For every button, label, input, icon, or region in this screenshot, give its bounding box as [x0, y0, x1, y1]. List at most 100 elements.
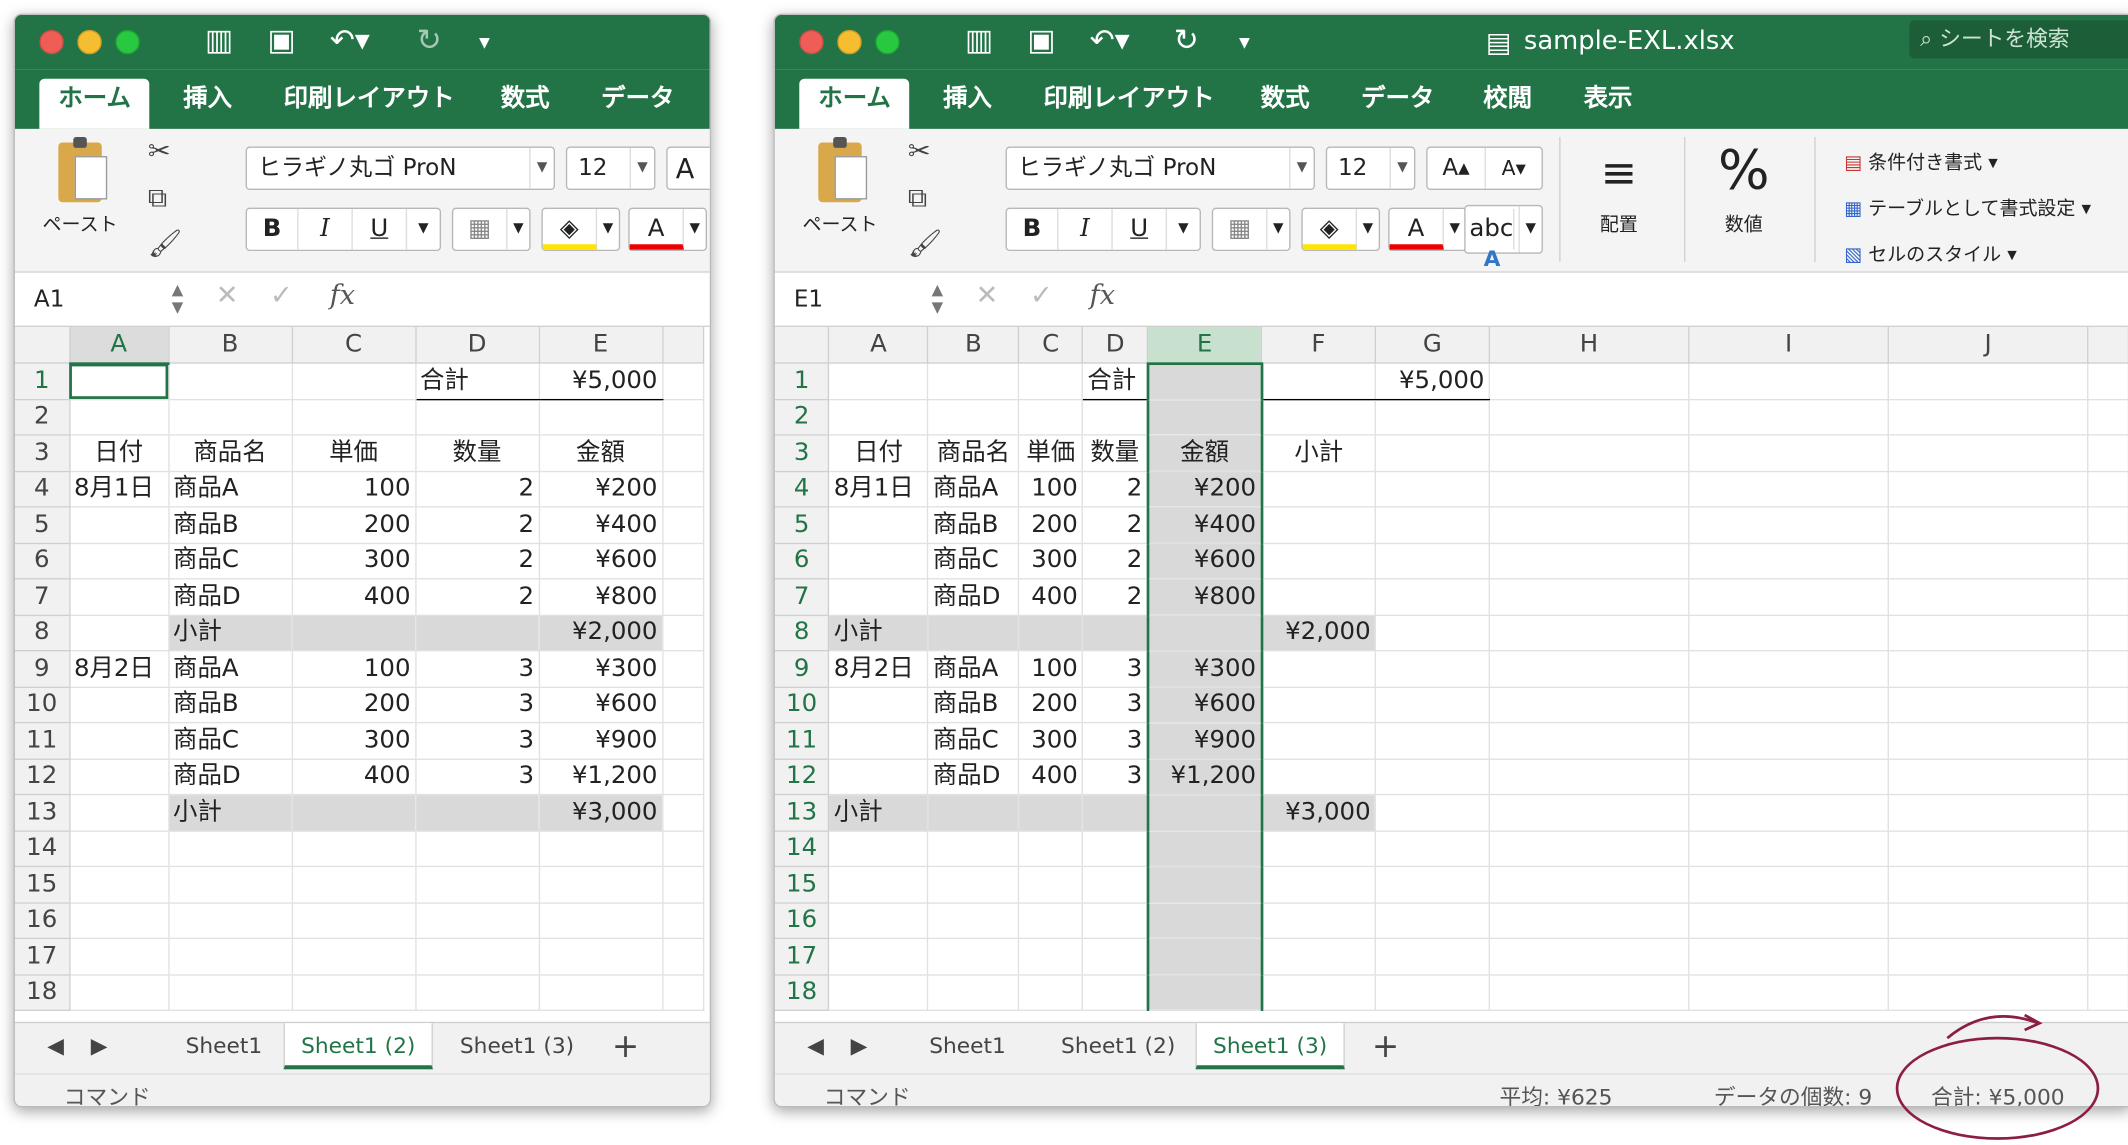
- cell[interactable]: [538, 974, 663, 1011]
- cell[interactable]: 日付: [829, 434, 929, 472]
- alignment-button[interactable]: ≡ 配置: [1578, 142, 1659, 237]
- cell[interactable]: [69, 758, 169, 796]
- row-header[interactable]: 17: [14, 938, 70, 975]
- cell[interactable]: [1375, 506, 1490, 544]
- cell[interactable]: [1888, 578, 2089, 616]
- cell[interactable]: [1375, 578, 1490, 616]
- cell[interactable]: [415, 938, 540, 975]
- redo-icon[interactable]: ↻: [417, 23, 442, 61]
- row-header[interactable]: 4: [774, 470, 830, 508]
- cell[interactable]: [1688, 434, 1890, 472]
- cell[interactable]: [1688, 758, 1890, 796]
- cell[interactable]: [1888, 542, 2089, 580]
- cell[interactable]: [927, 614, 1020, 652]
- cell[interactable]: [291, 902, 416, 940]
- cell[interactable]: [1489, 758, 1690, 796]
- row-header[interactable]: 11: [774, 722, 830, 760]
- cell[interactable]: [927, 398, 1020, 436]
- copy-icon[interactable]: ⧉: [148, 180, 167, 213]
- cell[interactable]: [1261, 542, 1377, 580]
- column-header[interactable]: I: [1688, 327, 1890, 364]
- cell[interactable]: [2087, 974, 2128, 1011]
- add-sheet-icon[interactable]: +: [598, 1023, 652, 1069]
- cell[interactable]: [662, 974, 704, 1011]
- add-sheet-icon[interactable]: +: [1358, 1023, 1412, 1069]
- cell[interactable]: [1688, 542, 1890, 580]
- cell[interactable]: [291, 830, 416, 868]
- cell[interactable]: [2087, 830, 2128, 868]
- cell[interactable]: ¥1,200: [538, 758, 663, 796]
- cell[interactable]: ¥2,000: [538, 614, 663, 652]
- italic-button[interactable]: I: [299, 208, 353, 250]
- cell[interactable]: 商品D: [927, 578, 1020, 616]
- cell[interactable]: [1489, 470, 1690, 508]
- cell[interactable]: [927, 866, 1020, 904]
- cell[interactable]: [1375, 434, 1490, 472]
- cell[interactable]: [168, 938, 293, 975]
- cell[interactable]: [927, 974, 1020, 1011]
- cell[interactable]: [1688, 938, 1890, 975]
- paste-button[interactable]: ペースト: [39, 137, 120, 237]
- row-header[interactable]: 3: [14, 434, 70, 472]
- cell[interactable]: ¥2,000: [1261, 614, 1377, 652]
- row-header[interactable]: 13: [774, 794, 830, 832]
- cell[interactable]: [927, 902, 1020, 940]
- cell[interactable]: [1489, 902, 1690, 940]
- cell[interactable]: [1082, 974, 1149, 1011]
- insert-function-button[interactable]: fx: [330, 278, 355, 311]
- cell[interactable]: [662, 614, 704, 652]
- customize-toolbar-icon[interactable]: ▾: [1239, 23, 1250, 61]
- cell[interactable]: ¥800: [538, 578, 663, 616]
- cell[interactable]: [1688, 902, 1890, 940]
- cell[interactable]: [1888, 362, 2089, 400]
- cell[interactable]: [1375, 722, 1490, 760]
- underline-button[interactable]: U: [353, 208, 408, 250]
- font-name-select[interactable]: ヒラギノ丸ゴ ProN ▼: [245, 146, 556, 190]
- cell[interactable]: [1146, 902, 1263, 940]
- confirm-icon[interactable]: ✓: [1030, 278, 1053, 311]
- column-header[interactable]: A: [69, 327, 169, 365]
- cell[interactable]: 合計: [1082, 362, 1149, 400]
- row-header[interactable]: 11: [14, 722, 70, 760]
- minimize-window-button[interactable]: [77, 29, 102, 55]
- cell[interactable]: [2087, 614, 2128, 652]
- cell[interactable]: [1888, 866, 2089, 904]
- cell[interactable]: [538, 398, 663, 436]
- undo-icon[interactable]: ↶▾: [1090, 23, 1130, 61]
- cell[interactable]: [2087, 938, 2128, 975]
- cell[interactable]: [69, 938, 169, 975]
- tab-data[interactable]: データ: [601, 79, 674, 120]
- row-header[interactable]: 10: [774, 686, 830, 724]
- cell[interactable]: [2087, 542, 2128, 580]
- cell[interactable]: [1489, 542, 1690, 580]
- cell[interactable]: [2087, 686, 2128, 724]
- search-input[interactable]: ⌕ シートを検索: [1909, 20, 2128, 59]
- font-name-select[interactable]: ヒラギノ丸ゴ ProN ▼: [1005, 146, 1315, 190]
- cell[interactable]: [1261, 578, 1377, 616]
- cell[interactable]: 300: [291, 542, 416, 580]
- cell[interactable]: [1261, 686, 1377, 724]
- cell[interactable]: 商品B: [927, 506, 1020, 544]
- cell[interactable]: [415, 974, 540, 1011]
- cell[interactable]: [1888, 398, 2089, 436]
- cell[interactable]: [1375, 830, 1490, 868]
- cell[interactable]: [1082, 830, 1149, 868]
- tab-insert[interactable]: 挿入: [183, 79, 232, 120]
- sheet-tab-2[interactable]: Sheet1 (2): [1044, 1023, 1193, 1069]
- tab-formulas[interactable]: 数式: [501, 79, 550, 120]
- tab-formulas[interactable]: 数式: [1261, 79, 1310, 120]
- cell[interactable]: ¥600: [538, 686, 663, 724]
- column-header[interactable]: F: [1261, 327, 1377, 364]
- scroll-right-icon[interactable]: ▶: [845, 1023, 872, 1069]
- underline-button[interactable]: U: [1113, 208, 1168, 250]
- cell[interactable]: [662, 650, 704, 688]
- row-header[interactable]: 2: [14, 398, 70, 436]
- row-header[interactable]: 12: [14, 758, 70, 796]
- cell[interactable]: [415, 830, 540, 868]
- cell[interactable]: [1888, 506, 2089, 544]
- zoom-window-button[interactable]: [875, 29, 900, 55]
- cell[interactable]: [1888, 470, 2089, 508]
- tab-review[interactable]: 校閲: [1483, 79, 1532, 120]
- cell[interactable]: 商品名: [168, 434, 293, 472]
- cell[interactable]: [2087, 470, 2128, 508]
